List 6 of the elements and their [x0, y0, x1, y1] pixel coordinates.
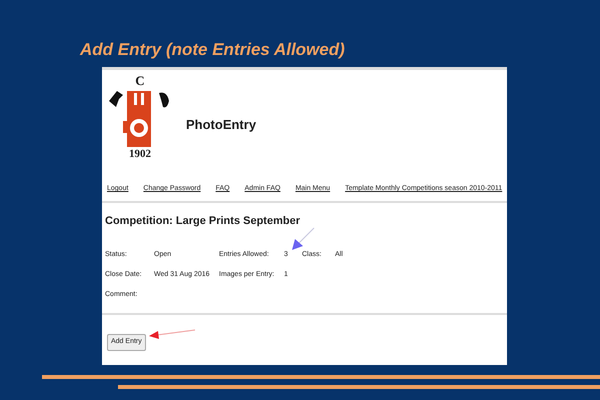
competition-heading: Competition: Large Prints September — [105, 214, 301, 229]
slide-title: Add Entry (note Entries Allowed) — [80, 40, 345, 59]
logo-drawing: C 1902 — [105, 72, 175, 168]
site-title: PhotoEntry — [186, 116, 256, 134]
annotation-arrow — [290, 226, 316, 252]
annotation-arrow — [149, 328, 197, 340]
